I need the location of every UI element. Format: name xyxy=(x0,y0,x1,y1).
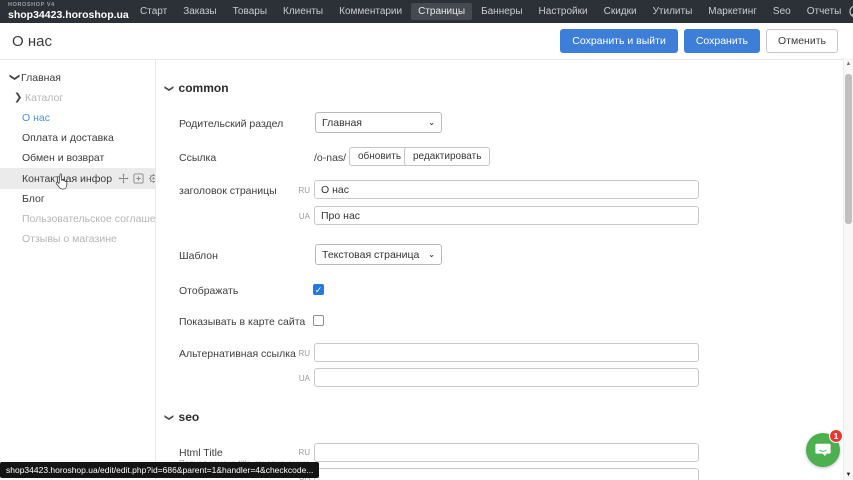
section-common-header[interactable]: ❯ common xyxy=(165,81,229,95)
cancel-button[interactable]: Отменить xyxy=(766,29,838,53)
chat-notification-badge: 1 xyxy=(829,429,843,443)
tree-item[interactable]: Блог xyxy=(0,189,155,209)
alt-link-ua-input[interactable] xyxy=(314,368,699,387)
page-title-ua-input[interactable] xyxy=(314,206,699,225)
display-checkbox[interactable]: ✓ xyxy=(313,284,324,295)
tree-item[interactable]: Обмен и возврат xyxy=(0,148,155,168)
alt-link-label: Альтернативная ссылка xyxy=(179,348,296,360)
topbar-menu-item[interactable]: Страницы xyxy=(411,3,472,20)
pages-tree-sidebar: ❯Главная❯КаталогО насОплата и доставкаОб… xyxy=(0,60,156,480)
tree-item[interactable]: Контактная инфор xyxy=(0,168,155,189)
page-title-ru-input[interactable] xyxy=(314,180,699,199)
brand-version: HOROSHOP V4 xyxy=(8,3,120,9)
topbar-menu-item[interactable]: Товары xyxy=(226,3,274,20)
move-icon[interactable] xyxy=(118,173,129,184)
sitemap-checkbox[interactable] xyxy=(313,315,324,326)
topbar-icons xyxy=(849,5,853,18)
tree-item[interactable]: ❯Главная xyxy=(0,68,155,88)
section-common-title: common xyxy=(179,81,229,95)
html-title-ua-input[interactable] xyxy=(314,468,699,480)
topbar-menu-item[interactable]: Маркетинг xyxy=(701,3,764,20)
account-icon[interactable] xyxy=(849,5,853,18)
parent-section-select[interactable]: Главная ⌄ xyxy=(315,112,442,133)
ua-badge: UA xyxy=(298,212,310,221)
chat-widget-button[interactable]: 1 xyxy=(806,433,840,467)
topbar-menu-item[interactable]: Клиенты xyxy=(276,3,330,20)
topbar-menu-item[interactable]: Скидки xyxy=(597,3,644,20)
tree-item-label: Главная xyxy=(21,72,61,84)
link-value: /o-nas/ xyxy=(314,152,346,164)
brand-domain: shop34423.horoshop.ua xyxy=(8,10,120,21)
section-seo-title: seo xyxy=(179,410,200,424)
ru-badge: RU xyxy=(298,448,310,457)
template-select[interactable]: Текстовая страница ⌄ xyxy=(315,244,442,265)
scroll-up-icon[interactable]: ▲ xyxy=(844,61,853,67)
save-exit-button[interactable]: Сохранить и выйти xyxy=(560,29,678,53)
alt-link-ru-input[interactable] xyxy=(314,343,699,362)
tree-item-label: Блог xyxy=(22,193,45,205)
ru-badge: RU xyxy=(298,349,310,358)
chevron-down-icon[interactable]: ❯ xyxy=(9,73,19,81)
topbar-menu-item[interactable]: Настройки xyxy=(532,3,595,20)
topbar-menu-item[interactable]: Баннеры xyxy=(474,3,529,20)
vertical-scrollbar[interactable]: ▲ ▼ xyxy=(843,58,853,480)
tree-item[interactable]: ❯Каталог xyxy=(0,88,155,108)
save-button[interactable]: Сохранить xyxy=(684,29,760,53)
link-update-button[interactable]: обновить xyxy=(349,147,410,166)
chevron-down-icon: ⌄ xyxy=(428,118,435,127)
status-url-tooltip: shop34423.horoshop.ua/edit/edit.php?id=6… xyxy=(0,462,319,478)
scrollbar-thumb[interactable] xyxy=(845,74,852,224)
template-label: Шаблон xyxy=(179,250,218,262)
tree-item-label: Оплата и доставка xyxy=(22,132,114,144)
scroll-down-icon[interactable]: ▼ xyxy=(844,472,853,478)
topbar-menu: СтартЗаказыТоварыКлиентыКомментарииСтран… xyxy=(132,3,849,20)
chevron-down-icon: ⌄ xyxy=(428,250,435,259)
topbar: HOROSHOP V4 shop34423.horoshop.ua СтартЗ… xyxy=(0,0,853,23)
page-header: О нас Сохранить и выйти Сохранить Отмени… xyxy=(0,23,853,60)
topbar-menu-item[interactable]: Заказы xyxy=(176,3,223,20)
tree-item-label: Обмен и возврат xyxy=(22,152,104,164)
ua-badge: UA xyxy=(298,374,310,383)
link-edit-button[interactable]: редактировать xyxy=(404,147,490,166)
topbar-menu-item[interactable]: Отчеты xyxy=(800,3,849,20)
tree-item[interactable]: Оплата и доставка xyxy=(0,128,155,148)
chevron-down-icon: ❯ xyxy=(163,413,174,421)
settings-gear-icon[interactable] xyxy=(148,173,155,184)
topbar-menu-item[interactable]: Seo xyxy=(766,3,798,20)
brand-logo[interactable]: HOROSHOP V4 shop34423.horoshop.ua xyxy=(8,3,120,20)
tree-item[interactable]: Отзывы о магазине xyxy=(0,229,155,249)
chevron-right-icon[interactable]: ❯ xyxy=(14,93,22,103)
tree-item[interactable]: О нас xyxy=(0,108,155,128)
tree-row-actions xyxy=(118,173,155,184)
topbar-menu-item[interactable]: Утилиты xyxy=(646,3,700,20)
tree-item-label: Отзывы о магазине xyxy=(22,233,117,245)
tree-item-label: О нас xyxy=(22,112,50,124)
topbar-menu-item[interactable]: Старт xyxy=(133,3,174,20)
admin-screen: HOROSHOP V4 shop34423.horoshop.ua СтартЗ… xyxy=(0,0,853,480)
template-value: Текстовая страница xyxy=(322,249,419,261)
section-seo-header[interactable]: ❯ seo xyxy=(165,410,199,424)
tree-item[interactable]: Пользовательское соглашение xyxy=(0,209,155,229)
tree-item-label: Каталог xyxy=(25,92,63,104)
header-buttons: Сохранить и выйти Сохранить Отменить xyxy=(560,29,838,53)
tree-item-label: Пользовательское соглашение xyxy=(22,213,155,225)
tree-item-label: Контактная инфор xyxy=(22,173,112,185)
page-title-label: заголовок страницы xyxy=(179,185,277,197)
page-edit-form: ❯ common Родительский раздел Главная ⌄ С… xyxy=(157,60,843,480)
ru-badge: RU xyxy=(298,186,310,195)
sitemap-label: Показывать в карте сайта xyxy=(179,316,305,328)
parent-section-label: Родительский раздел xyxy=(179,118,283,130)
parent-section-value: Главная xyxy=(322,117,362,129)
add-page-icon[interactable] xyxy=(133,173,144,184)
html-title-ru-input[interactable] xyxy=(314,443,699,462)
html-title-label: Html Title xyxy=(179,447,223,459)
chevron-down-icon: ❯ xyxy=(163,84,174,92)
link-label: Ссылка xyxy=(179,152,216,164)
page-title: О нас xyxy=(12,33,52,50)
display-label: Отображать xyxy=(179,285,238,297)
topbar-menu-item[interactable]: Комментарии xyxy=(332,3,409,20)
